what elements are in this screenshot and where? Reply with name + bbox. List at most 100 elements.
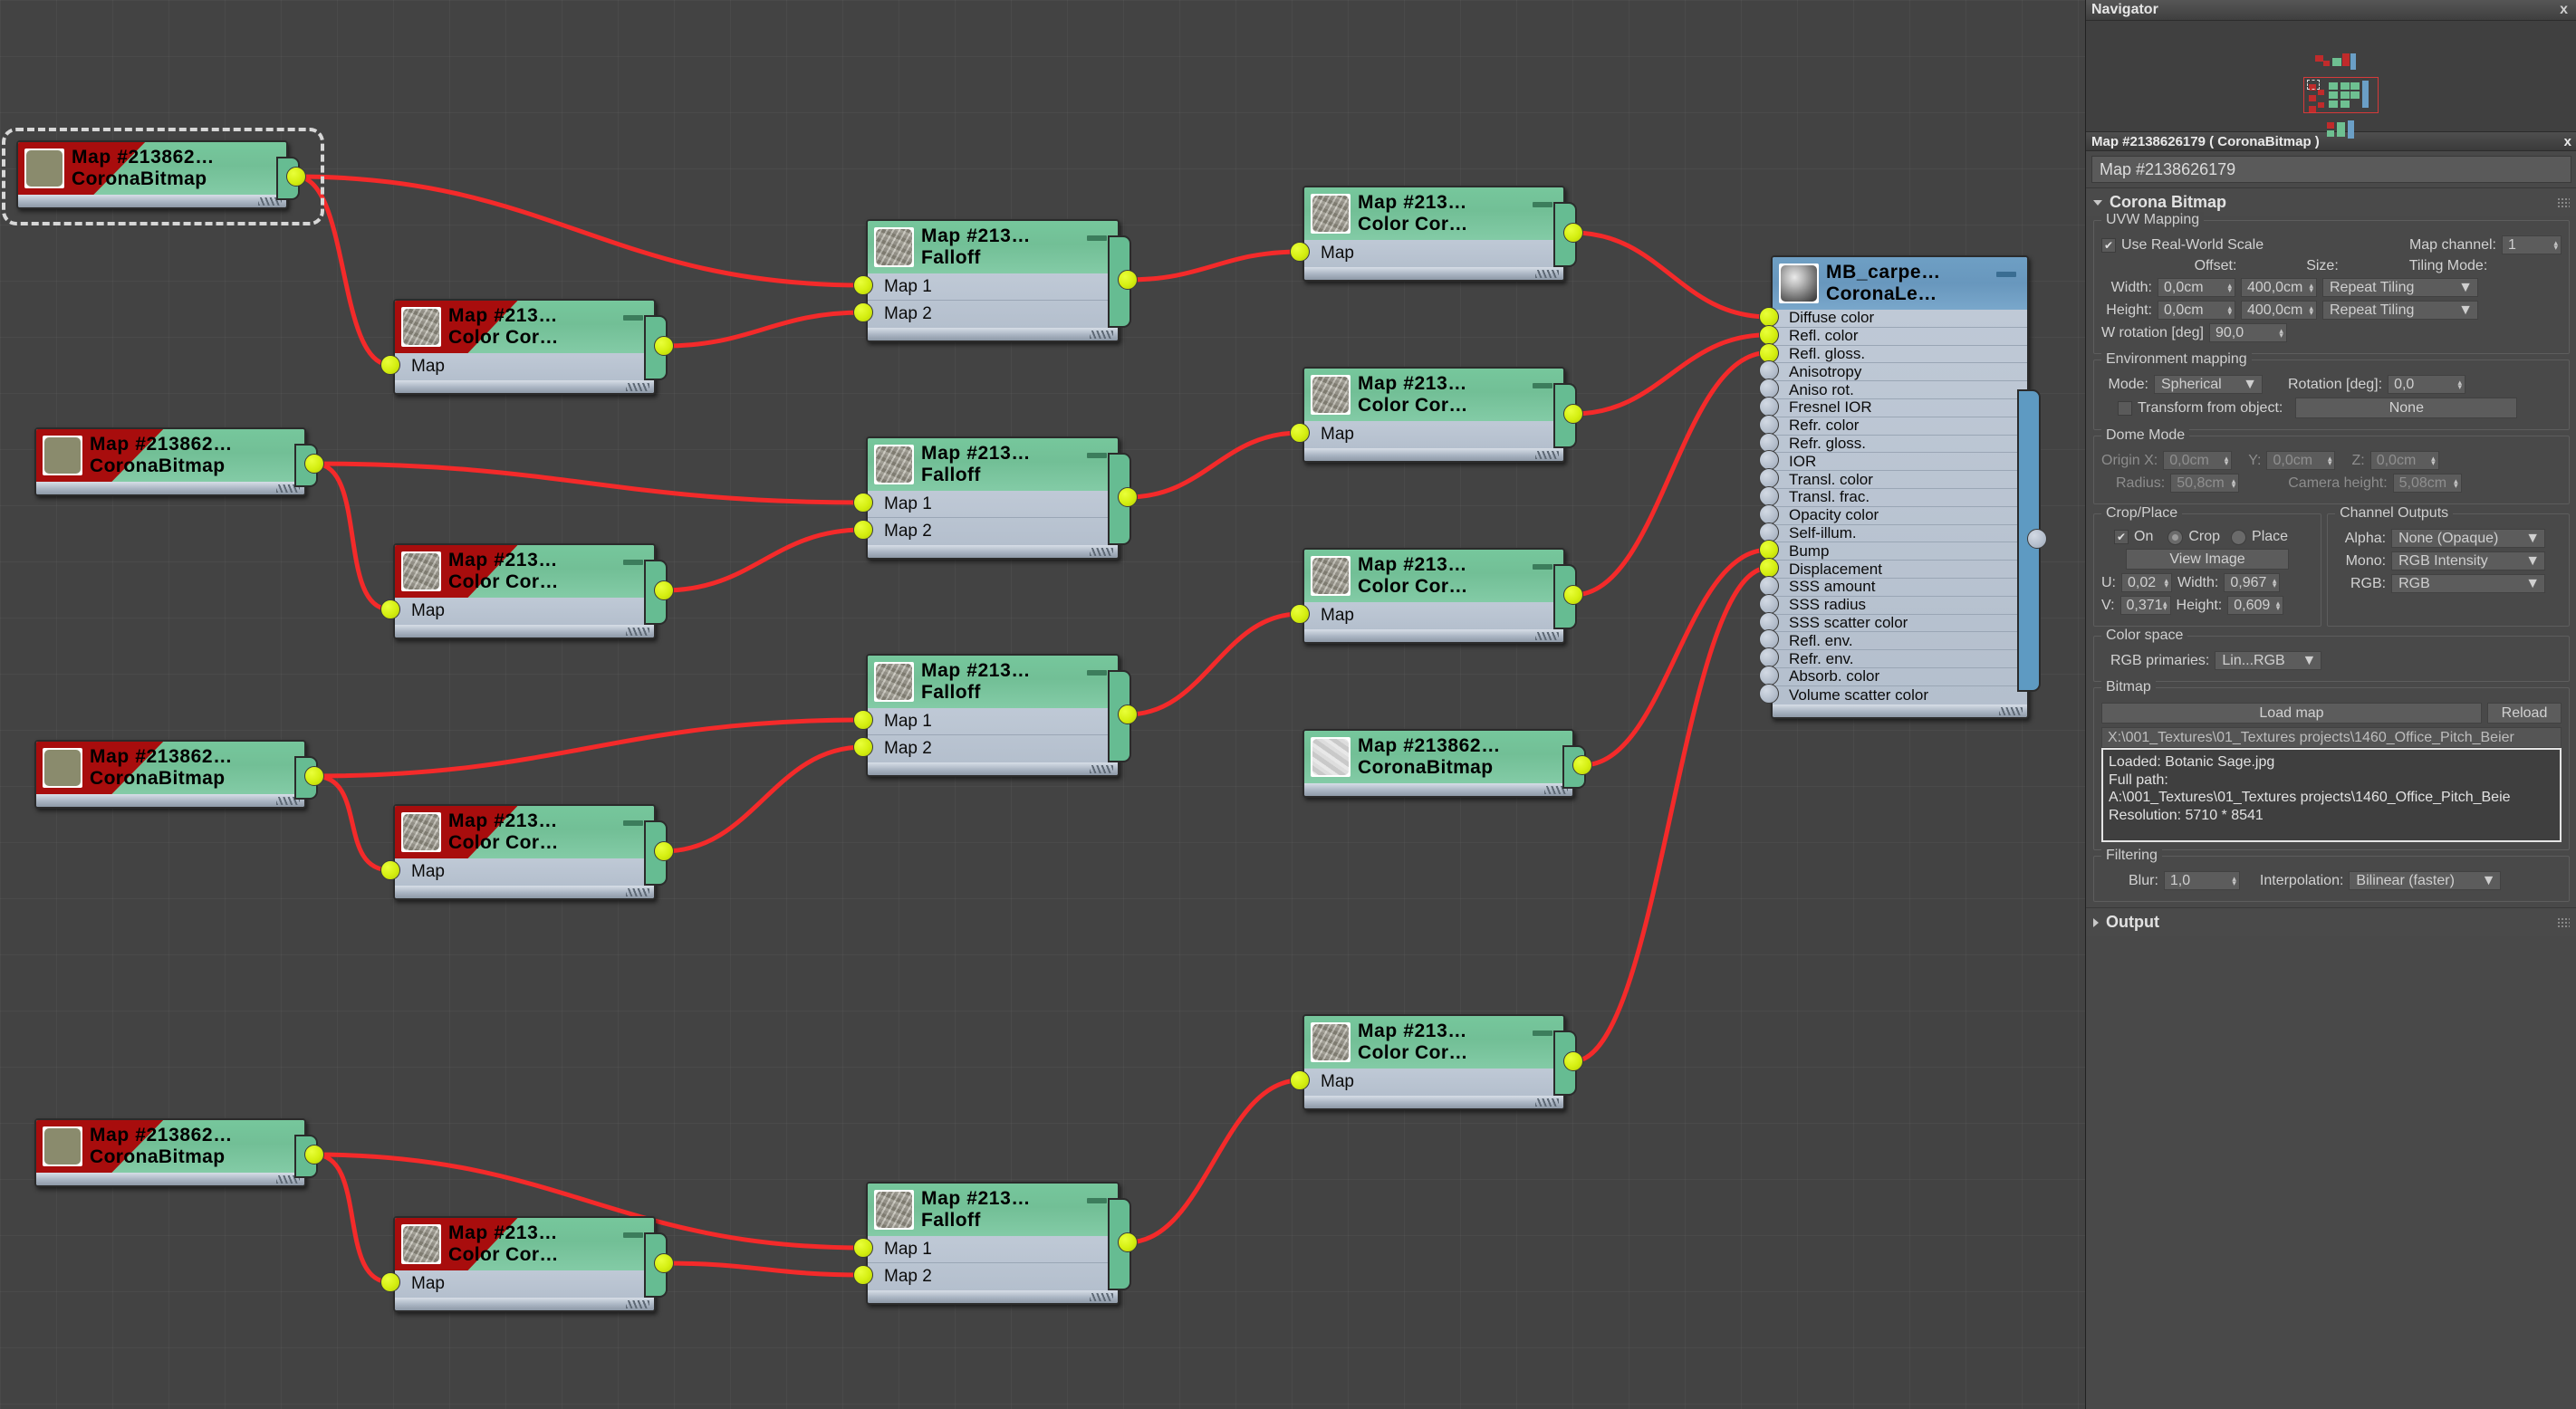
node-thumbnail[interactable]	[1311, 375, 1350, 415]
material-socket-row[interactable]: Refl. gloss.	[1773, 345, 2027, 364]
connection-wire[interactable]	[312, 461, 393, 612]
blur-spinner[interactable]: 1,0 ▴ ▾	[2163, 871, 2240, 890]
node-header[interactable]: Map #213… Color Cor…	[1304, 187, 1563, 240]
spinner-arrows-icon[interactable]: ▴ ▾	[2328, 454, 2332, 466]
material-socket-row[interactable]: Opacity color	[1773, 506, 2027, 525]
node-thumbnail[interactable]	[874, 662, 914, 702]
node-resize-handle[interactable]	[395, 1298, 654, 1310]
node-thumbnail[interactable]	[43, 1126, 82, 1166]
node-resize-handle[interactable]	[868, 545, 1118, 558]
mono-dropdown[interactable]: RGB Intensity ▼	[2391, 551, 2546, 570]
node-thumbnail[interactable]	[401, 551, 441, 591]
bitmap-path-field[interactable]: X:\001_Textures\01_Textures projects\146…	[2101, 727, 2562, 748]
material-input-socket[interactable]	[1759, 396, 1779, 417]
spinner-arrows-icon[interactable]: ▴ ▾	[2273, 576, 2277, 589]
view-image-button[interactable]: View Image	[2126, 549, 2290, 570]
minimize-icon[interactable]	[623, 1232, 643, 1238]
connection-wire[interactable]	[1125, 1078, 1302, 1245]
material-socket-row[interactable]: SSS scatter color	[1773, 614, 2027, 633]
node-resize-handle[interactable]	[1304, 267, 1563, 280]
node-input-row[interactable]: Map	[395, 598, 654, 625]
node-input-row[interactable]: Map	[395, 353, 654, 380]
minimize-icon[interactable]	[1087, 1198, 1107, 1203]
material-socket-row[interactable]: Diffuse color	[1773, 309, 2027, 328]
spinner-arrows-icon[interactable]: ▴ ▾	[2431, 454, 2436, 466]
node-thumbnail[interactable]	[43, 748, 82, 788]
node-ccB[interactable]: Map #213… Color Cor… Map	[1290, 367, 1583, 463]
material-input-socket[interactable]	[1759, 647, 1779, 668]
env-rotation-spinner[interactable]: 0,0 ▴ ▾	[2388, 375, 2466, 394]
node-thumbnail[interactable]	[874, 1190, 914, 1230]
input-socket[interactable]	[1290, 423, 1310, 443]
connection-wire[interactable]	[293, 174, 393, 368]
node-cc3[interactable]: Map #213… Color Cor… Map	[380, 804, 674, 900]
node-header[interactable]: Map #213… Color Cor…	[395, 545, 654, 598]
material-input-socket[interactable]	[1759, 485, 1779, 506]
node-input-row[interactable]: Map	[395, 858, 654, 886]
connection-wire[interactable]	[661, 527, 866, 593]
node-thumbnail[interactable]	[24, 149, 64, 188]
node-ccA[interactable]: Map #213… Color Cor… Map	[1290, 186, 1583, 282]
output-socket[interactable]	[1563, 1051, 1583, 1071]
crop-u-spinner[interactable]: 0,02 ▴ ▾	[2121, 573, 2172, 592]
node-header[interactable]: MB_carpe… CoronaLe…	[1773, 257, 2027, 310]
node-thumbnail[interactable]	[1311, 1022, 1350, 1062]
node-input-row[interactable]: Map 2	[868, 518, 1118, 545]
properties-close-button[interactable]: x	[2564, 134, 2571, 149]
reload-button[interactable]: Reload	[2487, 703, 2562, 724]
node-input-row[interactable]: Map 1	[868, 1236, 1118, 1263]
input-socket[interactable]	[853, 275, 873, 295]
crop-radio[interactable]	[2167, 529, 2184, 545]
output-socket[interactable]	[654, 1253, 674, 1273]
connection-wire[interactable]	[312, 717, 866, 779]
minimize-icon[interactable]	[1533, 1030, 1552, 1036]
node-input-row[interactable]: Map	[1304, 240, 1563, 267]
output-socket[interactable]	[1563, 223, 1583, 243]
node-header[interactable]: Map #213… Falloff	[868, 656, 1118, 708]
material-input-socket[interactable]	[1759, 342, 1779, 363]
material-socket-row[interactable]: Anisotropy	[1773, 363, 2027, 382]
node-header[interactable]: Map #213… Color Cor…	[395, 301, 654, 353]
material-socket-row[interactable]: Refl. color	[1773, 327, 2027, 346]
node-fo4[interactable]: Map #213… Falloff Map 1 Map 2	[853, 1182, 1138, 1305]
node-bmp2[interactable]: Map #213862… CoronaBitmap	[34, 427, 324, 496]
material-socket-row[interactable]: Fresnel IOR	[1773, 398, 2027, 417]
width-size-spinner[interactable]: 400,0cm ▴ ▾	[2241, 278, 2317, 297]
node-input-row[interactable]: Map 1	[868, 491, 1118, 518]
node-resize-handle[interactable]	[1304, 783, 1572, 796]
material-socket-row[interactable]: SSS amount	[1773, 578, 2027, 597]
crop-width-spinner[interactable]: 0,967 ▴ ▾	[2224, 573, 2281, 592]
material-socket-row[interactable]: Volume scatter color	[1773, 686, 2027, 704]
connection-wire[interactable]	[661, 1260, 866, 1278]
node-header[interactable]: Map #213862… CoronaBitmap	[18, 142, 286, 195]
node-fo1[interactable]: Map #213… Falloff Map 1 Map 2	[853, 219, 1138, 342]
minimize-icon[interactable]	[1087, 235, 1107, 241]
output-socket[interactable]	[654, 336, 674, 356]
input-socket[interactable]	[1290, 242, 1310, 262]
node-fo2[interactable]: Map #213… Falloff Map 1 Map 2	[853, 436, 1138, 560]
material-socket-row[interactable]: Refr. env.	[1773, 650, 2027, 668]
use-real-world-scale-checkbox[interactable]: ✔	[2101, 237, 2116, 253]
spinner-arrows-icon[interactable]: ▴ ▾	[2163, 599, 2167, 611]
node-fo3[interactable]: Map #213… Falloff Map 1 Map 2	[853, 654, 1138, 777]
material-socket-row[interactable]: Aniso rot.	[1773, 381, 2027, 399]
material-input-socket[interactable]	[1759, 306, 1779, 327]
env-mode-dropdown[interactable]: Spherical ▼	[2154, 375, 2263, 394]
load-map-button[interactable]: Load map	[2101, 703, 2482, 724]
input-socket[interactable]	[853, 710, 873, 730]
node-cc4[interactable]: Map #213… Color Cor… Map	[380, 1216, 674, 1312]
crop-height-spinner[interactable]: 0,609 ▴ ▾	[2227, 596, 2284, 615]
node-material[interactable]: MB_carpe… CoronaLe… Diffuse color Refl. col…	[1759, 255, 2047, 719]
connection-wire[interactable]	[1125, 611, 1302, 717]
connection-wire[interactable]	[312, 1152, 393, 1285]
minimize-icon[interactable]	[1996, 272, 2016, 277]
minimize-icon[interactable]	[1533, 564, 1552, 570]
node-thumbnail[interactable]	[1779, 264, 1819, 303]
node-bmp4[interactable]: Map #213862… CoronaBitmap	[34, 1118, 324, 1187]
node-thumbnail[interactable]	[1311, 556, 1350, 596]
input-socket[interactable]	[1290, 604, 1310, 624]
node-thumbnail[interactable]	[874, 445, 914, 484]
input-socket[interactable]	[380, 860, 400, 880]
spinner-arrows-icon[interactable]: ▴ ▾	[2309, 303, 2313, 316]
height-size-spinner[interactable]: 400,0cm ▴ ▾	[2241, 301, 2317, 320]
